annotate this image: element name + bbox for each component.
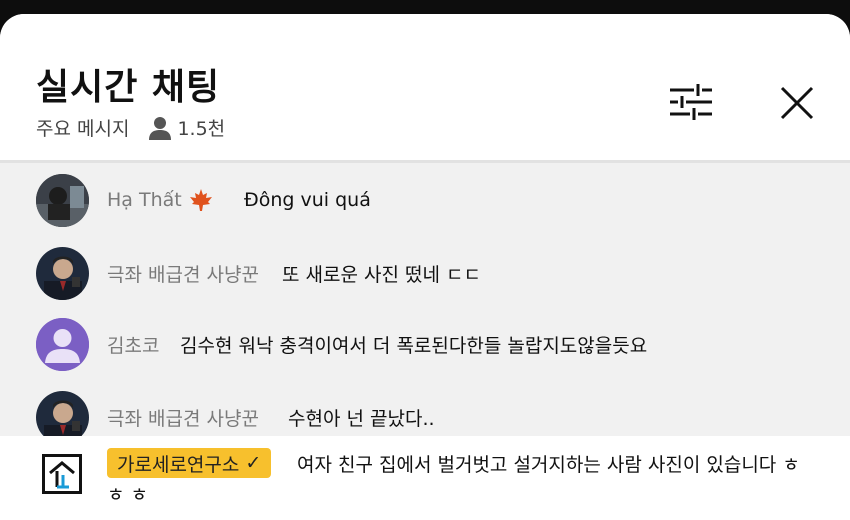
- chat-message: 극좌 배급견 사냥꾼 수현아 넌 끝났다..: [0, 382, 850, 436]
- message-text: Đông vui quá: [244, 189, 371, 211]
- avatar[interactable]: [36, 391, 89, 436]
- chat-subtitle: 주요 메시지 1.5천: [36, 114, 225, 141]
- chat-header: 실시간 채팅 주요 메시지 1.5천: [0, 14, 850, 160]
- user-photo-icon: [36, 391, 89, 436]
- pinned-author: 가로세로연구소: [117, 453, 240, 476]
- message-author[interactable]: 김초코: [107, 331, 159, 358]
- author-name: 극좌 배급견 사냥꾼: [107, 407, 259, 430]
- message-text: 수현아 넌 끝났다..: [288, 407, 435, 430]
- message-text: 김수현 워낙 충격이여서 더 폭로된다한들 놀랍지도않을듯요: [180, 334, 648, 357]
- pinned-message: 여자 친구 집에서 벌거벗고 설거지하는 사람 사진이 있습니다 ㅎㅎ ㅎ 가로…: [0, 436, 850, 520]
- chat-mode-label[interactable]: 주요 메시지: [36, 114, 129, 141]
- close-icon: [780, 86, 814, 120]
- chat-message: 극좌 배급견 사냥꾼 또 새로운 사진 떴네 ㄷㄷ: [0, 238, 850, 308]
- avatar[interactable]: [36, 174, 89, 227]
- house-logo-icon: [49, 461, 75, 489]
- chat-message: 김초코 김수현 워낙 충격이여서 더 폭로된다한들 놀랍지도않을듯요: [0, 309, 850, 379]
- page-title: 실시간 채팅: [36, 67, 221, 108]
- live-chat-panel: 실시간 채팅 주요 메시지 1.5천 Hạ Thất Đông vui quá …: [0, 14, 850, 520]
- user-photo-icon: [36, 174, 89, 227]
- avatar[interactable]: [36, 318, 89, 371]
- chat-message: Hạ Thất Đông vui quá: [0, 165, 850, 235]
- message-author[interactable]: 극좌 배급견 사냥꾼: [107, 404, 259, 431]
- message-author[interactable]: Hạ Thất: [107, 187, 214, 213]
- message-text: 또 새로운 사진 떴네 ㄷㄷ: [282, 263, 481, 286]
- sliders-icon: [670, 84, 712, 120]
- user-photo-icon: [36, 247, 89, 300]
- close-button[interactable]: [774, 80, 820, 126]
- author-name: Hạ Thất: [107, 189, 182, 211]
- channel-logo[interactable]: [42, 454, 82, 494]
- viewers-icon: [149, 116, 172, 140]
- filter-button[interactable]: [666, 82, 716, 122]
- verified-check-icon: ✓: [245, 452, 262, 474]
- maple-leaf-icon: [189, 189, 212, 211]
- author-name: 극좌 배급견 사냥꾼: [107, 263, 259, 286]
- avatar[interactable]: [36, 247, 89, 300]
- default-avatar-icon: [36, 318, 89, 371]
- chat-message-list[interactable]: Hạ Thất Đông vui quá 극좌 배급견 사냥꾼 또 새로운 사진…: [0, 160, 850, 436]
- author-name: 김초코: [107, 334, 160, 357]
- message-author[interactable]: 극좌 배급견 사냥꾼: [107, 260, 259, 287]
- viewer-count: 1.5천: [177, 118, 226, 140]
- verified-author-badge[interactable]: 가로세로연구소 ✓: [107, 448, 272, 478]
